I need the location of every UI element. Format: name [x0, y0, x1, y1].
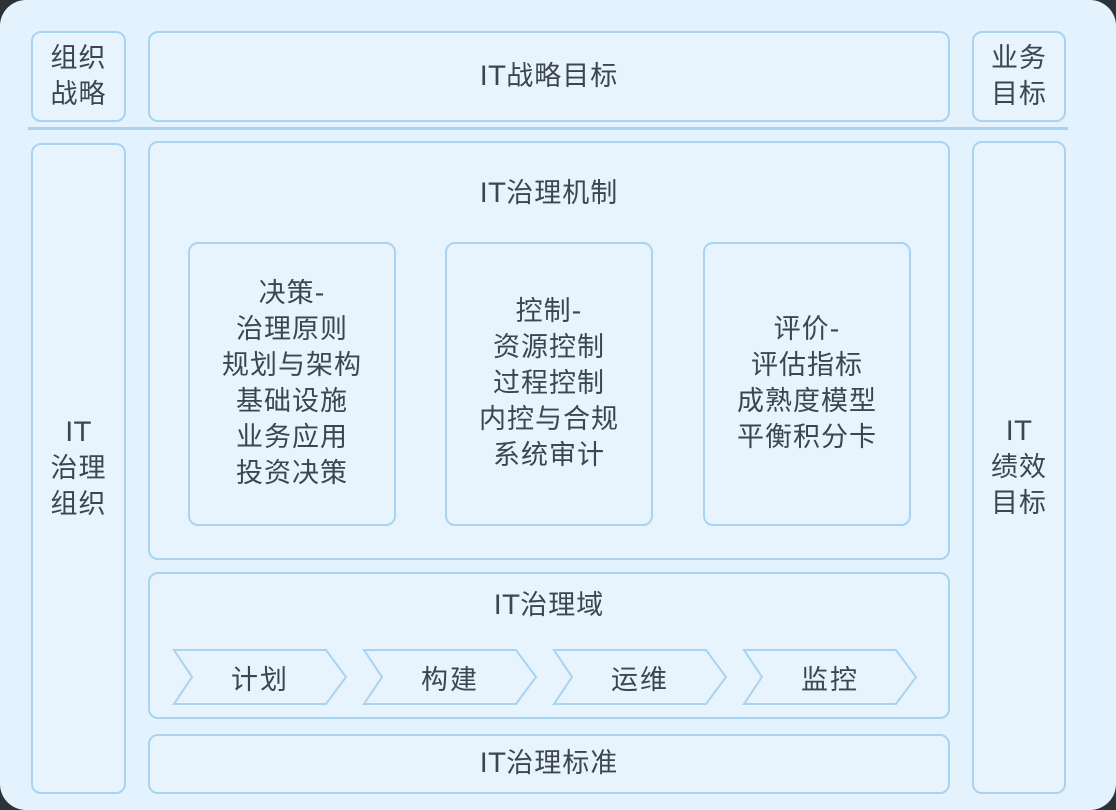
step-monitor-label: 监控: [801, 664, 859, 696]
control-box: 控制- 资源控制 过程控制 内控与合规 系统审计: [445, 242, 653, 526]
governance-standard-box: IT治理标准: [148, 734, 950, 794]
business-goal-box: 业务 目标: [972, 31, 1066, 122]
step-monitor: 监控: [742, 648, 918, 706]
it-governance-org-column: IT 治理 组织: [31, 143, 126, 794]
step-operate-label: 运维: [611, 664, 669, 696]
evaluation-box: 评价- 评估指标 成熟度模型 平衡积分卡: [703, 242, 911, 526]
step-operate: 运维: [552, 648, 728, 706]
it-strategy-goal-box: IT战略目标: [148, 31, 950, 122]
decision-box: 决策- 治理原则 规划与架构 基础设施 业务应用 投资决策: [188, 242, 396, 526]
governance-domain-title: IT治理域: [493, 590, 605, 621]
step-build: 构建: [362, 648, 538, 706]
diagram-canvas: 组织 战略 IT战略目标 业务 目标 IT 治理 组织 IT 绩效 目标 IT治…: [0, 0, 1116, 810]
governance-mechanism-title: IT治理机制: [479, 178, 619, 209]
org-strategy-box: 组织 战略: [31, 31, 126, 122]
step-plan: 计划: [172, 648, 348, 706]
separator-line: [28, 127, 1068, 130]
step-plan-label: 计划: [231, 664, 289, 696]
it-performance-goal-column: IT 绩效 目标: [972, 141, 1066, 794]
step-build-label: 构建: [421, 664, 479, 696]
